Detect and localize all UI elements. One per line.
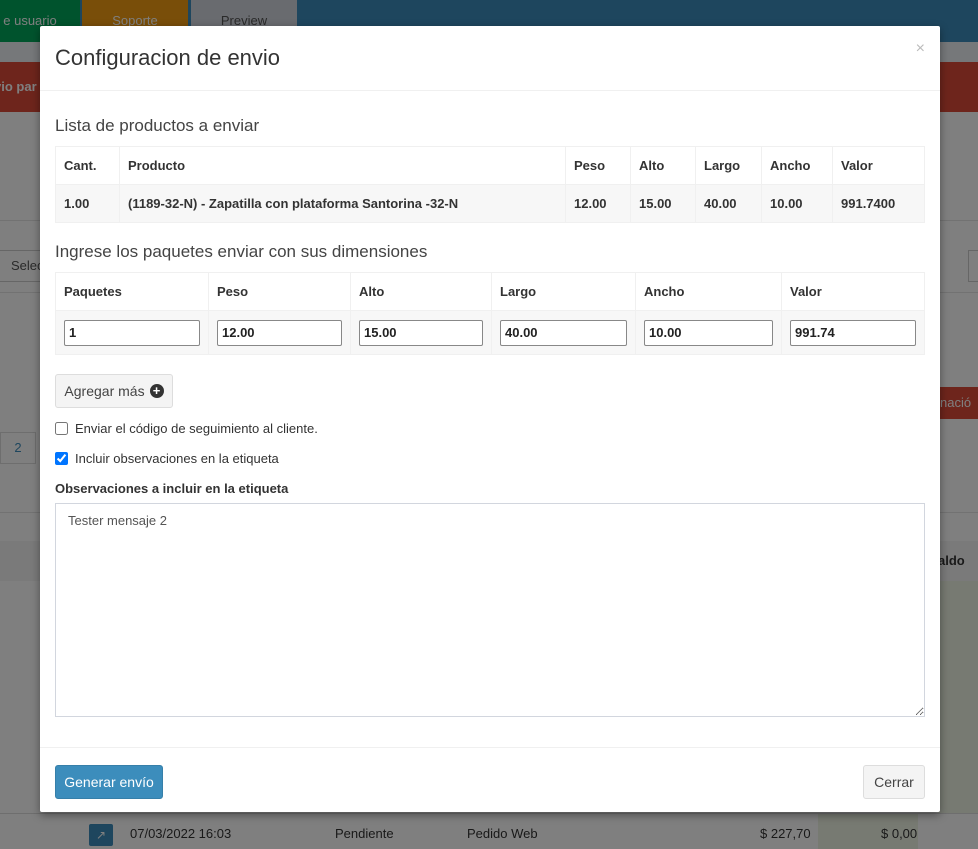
- add-more-button[interactable]: Agregar más +: [55, 374, 173, 408]
- table-header-row: Paquetes Peso Alto Largo Ancho Valor: [55, 272, 925, 311]
- height-input[interactable]: [359, 319, 483, 346]
- cell-valor: 991.7400: [832, 184, 925, 223]
- observations-checkbox-label: Incluir observaciones en la etiqueta: [75, 451, 279, 466]
- cell-ancho: [635, 310, 782, 355]
- column-header-ancho: Ancho: [761, 146, 833, 185]
- close-icon[interactable]: ×: [916, 40, 925, 58]
- shipping-config-modal: Configuracion de envio × Lista de produc…: [40, 26, 940, 812]
- column-header-alto: Alto: [350, 272, 492, 311]
- column-header-cant: Cant.: [55, 146, 120, 185]
- packages-table: Paquetes Peso Alto Largo Ancho Valor: [55, 272, 925, 355]
- products-table: Cant. Producto Peso Alto Largo Ancho Val…: [55, 146, 925, 223]
- column-header-largo: Largo: [695, 146, 762, 185]
- column-header-paquetes: Paquetes: [55, 272, 209, 311]
- length-input[interactable]: [500, 319, 627, 346]
- generate-shipment-button[interactable]: Generar envío: [55, 765, 163, 799]
- cell-producto: (1189-32-N) - Zapatilla con plataforma S…: [119, 184, 566, 223]
- value-input[interactable]: [790, 319, 916, 346]
- packages-count-input[interactable]: [64, 319, 200, 346]
- cell-cant: 1.00: [55, 184, 120, 223]
- column-header-ancho: Ancho: [635, 272, 782, 311]
- table-header-row: Cant. Producto Peso Alto Largo Ancho Val…: [55, 146, 925, 185]
- column-header-largo: Largo: [491, 272, 636, 311]
- observations-checkbox-row[interactable]: Incluir observaciones en la etiqueta: [55, 451, 279, 466]
- observations-textarea[interactable]: [55, 503, 925, 717]
- column-header-valor: Valor: [781, 272, 925, 311]
- table-row: [55, 310, 925, 355]
- cell-alto: [350, 310, 492, 355]
- column-header-valor: Valor: [832, 146, 925, 185]
- column-header-peso: Peso: [208, 272, 351, 311]
- modal-header: Configuracion de envio ×: [40, 26, 940, 91]
- cell-ancho: 10.00: [761, 184, 833, 223]
- width-input[interactable]: [644, 319, 773, 346]
- weight-input[interactable]: [217, 319, 342, 346]
- add-more-label: Agregar más: [64, 383, 145, 399]
- cell-largo: [491, 310, 636, 355]
- close-button[interactable]: Cerrar: [863, 765, 925, 799]
- observations-label: Observaciones a incluir en la etiqueta: [55, 481, 289, 496]
- cell-largo: 40.00: [695, 184, 762, 223]
- cell-peso: 12.00: [565, 184, 631, 223]
- cell-alto: 15.00: [630, 184, 696, 223]
- plus-circle-icon: +: [149, 384, 164, 398]
- tracking-checkbox-row[interactable]: Enviar el código de seguimiento al clien…: [55, 421, 318, 436]
- products-section-title: Lista de productos a enviar: [55, 116, 260, 135]
- tracking-checkbox[interactable]: [55, 422, 68, 435]
- cell-paquetes: [55, 310, 209, 355]
- modal-footer: Generar envío Cerrar: [40, 747, 940, 812]
- modal-title: Configuracion de envio: [55, 45, 281, 70]
- cell-peso: [208, 310, 351, 355]
- column-header-producto: Producto: [119, 146, 566, 185]
- table-row: 1.00 (1189-32-N) - Zapatilla con platafo…: [55, 184, 925, 223]
- observations-checkbox[interactable]: [55, 452, 68, 465]
- cell-valor: [781, 310, 925, 355]
- column-header-alto: Alto: [630, 146, 696, 185]
- packages-section-title: Ingrese los paquetes enviar con sus dime…: [55, 242, 428, 261]
- column-header-peso: Peso: [565, 146, 631, 185]
- tracking-checkbox-label: Enviar el código de seguimiento al clien…: [75, 421, 318, 436]
